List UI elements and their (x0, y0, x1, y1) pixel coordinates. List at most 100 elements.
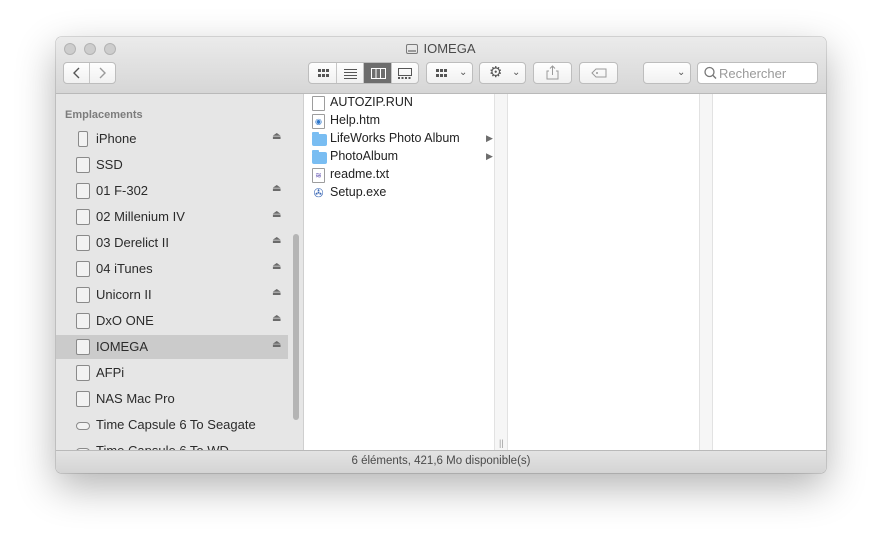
time-capsule-icon (76, 422, 90, 430)
file-row[interactable]: PhotoAlbum ▶ (304, 148, 494, 166)
exe-file-icon: ✇ (312, 186, 325, 201)
sidebar-item-label: 04 iTunes (96, 261, 153, 276)
folder-icon (312, 132, 327, 146)
file-row[interactable]: ≋ readme.txt (304, 166, 494, 184)
eject-icon[interactable]: ⏏ (272, 261, 281, 272)
path-popup-button[interactable]: ⌄ (643, 62, 691, 84)
file-name: Setup.exe (330, 185, 387, 199)
grid-icon (436, 69, 447, 77)
column-view-button[interactable] (364, 63, 392, 83)
sidebar-item[interactable]: Time Capsule 6 To WD (56, 439, 288, 450)
eject-icon[interactable]: ⏏ (272, 287, 281, 298)
external-disk-icon (76, 209, 90, 225)
sidebar-heading: Emplacements (65, 109, 143, 121)
sidebar-item-label: 03 Derelict II (96, 235, 169, 250)
sidebar-item[interactable]: 04 iTunes ⏏ (56, 257, 288, 281)
status-bar: 6 éléments, 421,6 Mo disponible(s) (56, 450, 826, 473)
sidebar-item[interactable]: Unicorn II ⏏ (56, 283, 288, 307)
sidebar-item[interactable]: SSD (56, 153, 288, 177)
sidebar-item-label: DxO ONE (96, 313, 154, 328)
file-row[interactable]: AUTOZIP.RUN (304, 94, 494, 112)
action-menu-button[interactable]: ⚙ ⌄ (479, 62, 526, 84)
sidebar: Emplacements iPhone ⏏ SSD 01 F-302 ⏏ 02 Mille… (56, 94, 304, 450)
column-divider[interactable]: || (494, 94, 508, 450)
title-bar: IOMEGA ⌄ ⚙ ⌄ ⌄ Rechercher (56, 37, 826, 94)
search-field[interactable] (697, 62, 818, 84)
gear-icon: ⚙ (489, 64, 503, 81)
file-row[interactable]: ◉ Help.htm (304, 112, 494, 130)
external-disk-icon (76, 339, 90, 355)
window-title-wrap: IOMEGA (56, 41, 826, 56)
search-input[interactable] (719, 65, 813, 81)
sidebar-item[interactable]: 01 F-302 ⏏ (56, 179, 288, 203)
file-name: readme.txt (330, 167, 390, 181)
sidebar-item[interactable]: AFPi (56, 361, 288, 385)
icon-view-icon (318, 69, 329, 77)
sidebar-item-label: IOMEGA (96, 339, 149, 354)
gallery-view-button[interactable] (392, 63, 418, 83)
sidebar-item-label: Unicorn II (96, 287, 152, 302)
column-browser: AUTOZIP.RUN ◉ Help.htm LifeWorks Photo Albu… (304, 94, 826, 450)
sidebar-item-label: AFPi (96, 365, 125, 380)
external-disk-icon (76, 313, 90, 329)
folder-icon (312, 150, 327, 164)
chevron-down-icon: ⌄ (459, 67, 468, 78)
sidebar-item[interactable]: iPhone ⏏ (56, 127, 288, 151)
sidebar-item[interactable]: 02 Millenium IV ⏏ (56, 205, 288, 229)
phone-icon (78, 131, 88, 147)
txt-file-icon: ≋ (312, 168, 325, 183)
file-column: AUTOZIP.RUN ◉ Help.htm LifeWorks Photo Albu… (304, 94, 494, 450)
tag-button[interactable] (579, 62, 618, 84)
sidebar-item[interactable]: NAS Mac Pro (56, 387, 288, 411)
sidebar-item[interactable]: DxO ONE ⏏ (56, 309, 288, 333)
sidebar-item[interactable]: 03 Derelict II ⏏ (56, 231, 288, 255)
sidebar-item-label: SSD (96, 157, 123, 172)
share-icon (546, 65, 559, 80)
column-view-icon (371, 68, 386, 79)
column-resize-grip[interactable]: || (499, 438, 504, 448)
file-row[interactable]: LifeWorks Photo Album ▶ (304, 130, 494, 148)
external-disk-icon (76, 183, 90, 199)
eject-icon[interactable]: ⏏ (272, 131, 281, 142)
sidebar-item-label: Time Capsule 6 To Seagate (96, 417, 256, 432)
share-button[interactable] (533, 62, 572, 84)
chevron-down-icon: ⌄ (677, 67, 686, 78)
file-name: LifeWorks Photo Album (330, 131, 460, 145)
disk-icon (406, 44, 419, 54)
sidebar-scrollbar[interactable] (293, 234, 299, 420)
sidebar-item-label: NAS Mac Pro (96, 391, 175, 406)
sidebar-item-label: iPhone (96, 131, 137, 146)
sidebar-item[interactable]: Time Capsule 6 To Seagate (56, 413, 288, 437)
eject-icon[interactable]: ⏏ (272, 339, 281, 350)
view-mode-control (308, 62, 419, 84)
window-title: IOMEGA (423, 41, 476, 56)
sidebar-item[interactable]: IOMEGA ⏏ (56, 335, 288, 359)
eject-icon[interactable]: ⏏ (272, 313, 281, 324)
file-name: Help.htm (330, 113, 381, 127)
icon-view-button[interactable] (309, 63, 337, 83)
eject-icon[interactable]: ⏏ (272, 183, 281, 194)
chevron-down-icon: ⌄ (512, 67, 521, 78)
sidebar-item-label: 02 Millenium IV (96, 209, 185, 224)
list-view-icon (344, 69, 357, 79)
column-divider[interactable] (699, 94, 713, 450)
internal-disk-icon (76, 157, 90, 173)
disclosure-arrow-icon: ▶ (486, 151, 493, 161)
back-button[interactable] (64, 63, 90, 83)
chevron-left-icon (73, 67, 80, 79)
gallery-view-icon (398, 68, 412, 79)
html-file-icon: ◉ (312, 114, 325, 129)
file-row[interactable]: ✇ Setup.exe (304, 184, 494, 202)
chevron-right-icon (99, 67, 106, 79)
disclosure-arrow-icon: ▶ (486, 133, 493, 143)
eject-icon[interactable]: ⏏ (272, 235, 281, 246)
status-text: 6 éléments, 421,6 Mo disponible(s) (351, 455, 531, 467)
search-icon (704, 66, 717, 79)
server-icon (76, 391, 90, 407)
forward-button[interactable] (90, 63, 115, 83)
eject-icon[interactable]: ⏏ (272, 209, 281, 220)
sidebar-item-label: Time Capsule 6 To WD (96, 443, 229, 450)
group-by-button[interactable]: ⌄ (426, 62, 473, 84)
list-view-button[interactable] (337, 63, 364, 83)
external-disk-icon (76, 261, 90, 277)
